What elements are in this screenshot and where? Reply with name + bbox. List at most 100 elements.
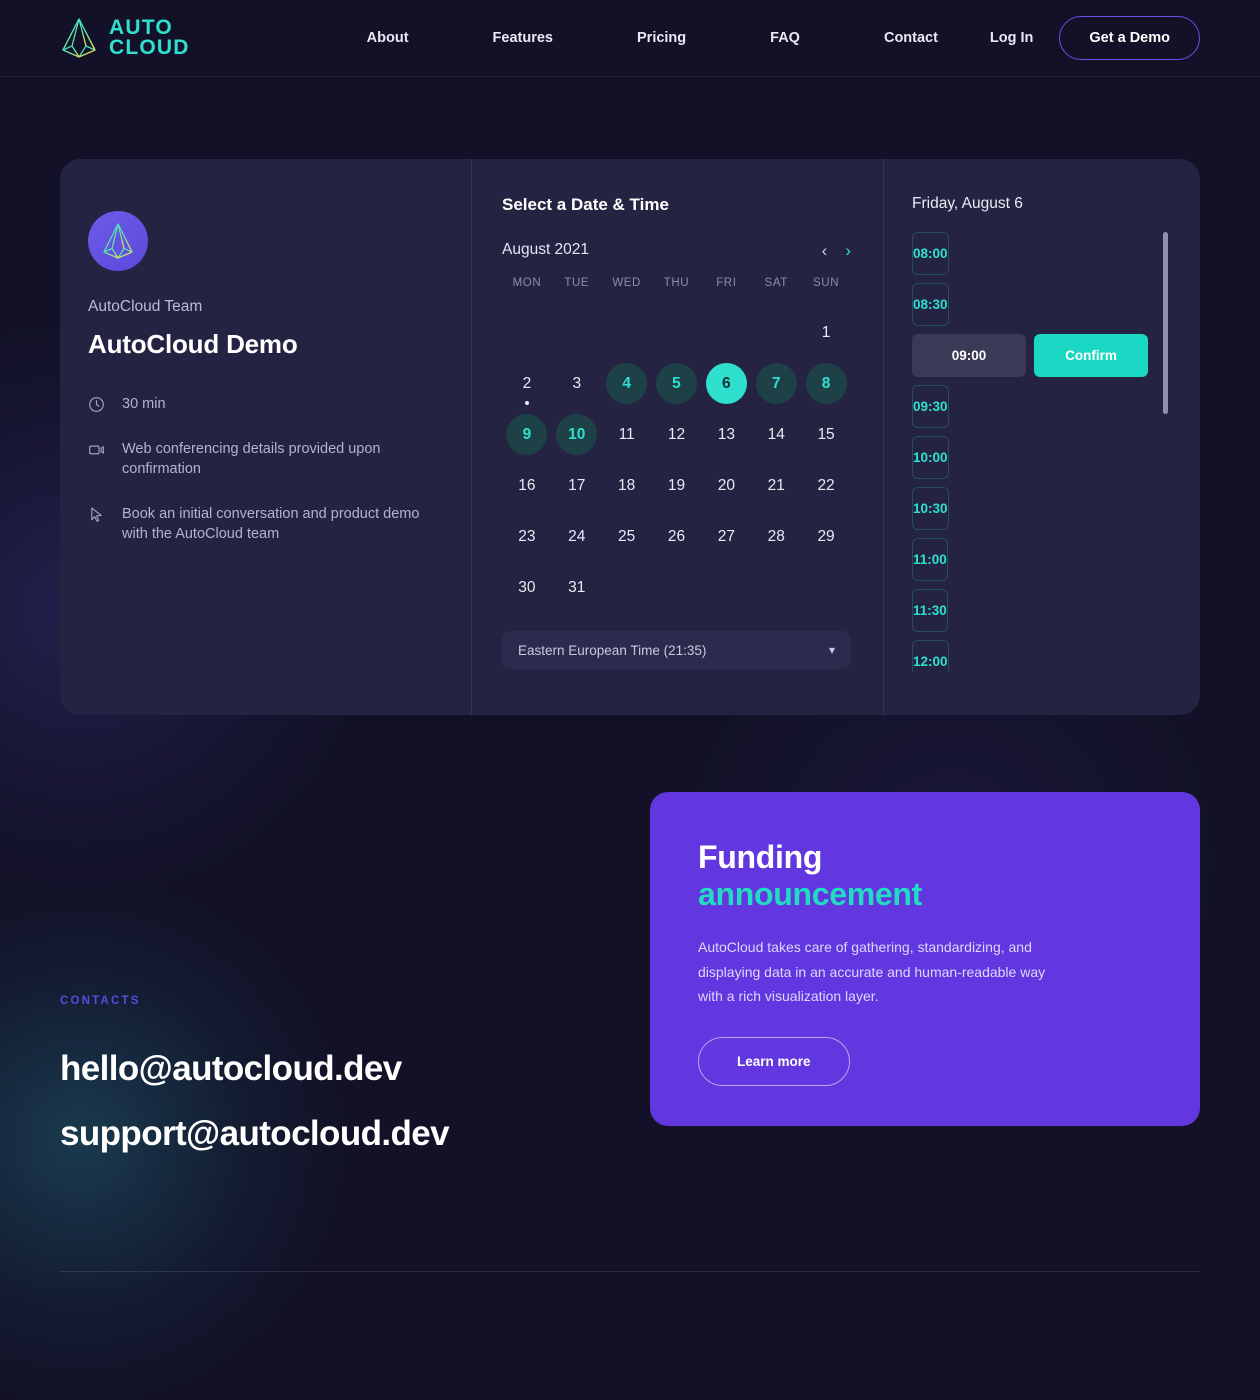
calendar-day-27: 27 <box>706 516 747 557</box>
slots-date-label: Friday, August 6 <box>912 195 1023 212</box>
contacts-section: CONTACTS hello@autocloud.dev support@aut… <box>60 995 450 1167</box>
slot-12:00[interactable]: 12:00 <box>912 640 949 672</box>
calendar-day-16: 16 <box>506 465 547 506</box>
calendar-day-cell: 13 <box>701 409 751 460</box>
funding-announcement-card: Funding announcement AutoCloud takes car… <box>650 792 1200 1126</box>
calendar-day-cell: 23 <box>502 511 552 562</box>
calendar-blank-cell <box>751 307 801 358</box>
calendar-day-28: 28 <box>756 516 797 557</box>
nav-item-contact[interactable]: Contact <box>842 30 980 46</box>
get-a-demo-button[interactable]: Get a Demo <box>1059 16 1200 60</box>
nav-item-faq[interactable]: FAQ <box>728 30 842 46</box>
calendar-day-10[interactable]: 10 <box>556 414 598 455</box>
calendar-dow-5: SAT <box>764 277 788 289</box>
nav-item-pricing[interactable]: Pricing <box>595 30 728 46</box>
slot-09:00-selected[interactable]: 09:00 <box>912 334 1026 377</box>
meta-duration-text: 30 min <box>122 396 166 412</box>
calendar-day-20: 20 <box>706 465 747 506</box>
calendar-day-cell: 22 <box>801 460 851 511</box>
calendar-day-1: 1 <box>806 312 847 353</box>
calendar-day-2: 2 <box>506 363 547 404</box>
calendar-day-cell: 11 <box>602 409 652 460</box>
calendar-day-cell: 6 <box>701 358 751 409</box>
meta-conferencing: Web conferencing details provided upon c… <box>88 439 431 480</box>
calendar-day-cell: 2 <box>502 358 552 409</box>
timezone-select[interactable]: Eastern European Time (21:35) ▾ <box>502 631 851 669</box>
calendar-day-14: 14 <box>756 414 797 455</box>
meta-description-text: Book an initial conversation and product… <box>122 505 420 543</box>
site-header: AUTO CLOUD About Features Pricing FAQ Co… <box>0 0 1260 77</box>
calendar-day-cell: 9 <box>502 409 552 460</box>
calendar-day-cell: 14 <box>751 409 801 460</box>
video-camera-icon <box>88 441 105 458</box>
calendar-day-8[interactable]: 8 <box>805 363 847 404</box>
event-title: AutoCloud Demo <box>88 329 298 359</box>
header-actions: Log In Get a Demo <box>990 16 1200 60</box>
calendar-day-cell: 4 <box>602 358 652 409</box>
meta-duration: 30 min <box>88 394 431 415</box>
calendar-day-cell: 28 <box>751 511 801 562</box>
calendar-blank-cell <box>552 307 602 358</box>
calendar-day-cell: 30 <box>502 562 552 613</box>
funding-title-line-1: Funding <box>698 839 823 875</box>
login-link[interactable]: Log In <box>990 30 1034 46</box>
calendar-day-cell: 25 <box>602 511 652 562</box>
calendar-day-12: 12 <box>656 414 697 455</box>
slot-09:30[interactable]: 09:30 <box>912 385 949 428</box>
logo[interactable]: AUTO CLOUD <box>60 17 190 59</box>
confirm-button[interactable]: Confirm <box>1034 334 1148 377</box>
slots-scrollbar[interactable] <box>1163 232 1168 672</box>
learn-more-button[interactable]: Learn more <box>698 1036 850 1086</box>
calendar-dow-0: MON <box>512 277 542 289</box>
calendar-day-11: 11 <box>606 414 647 455</box>
nav-item-features[interactable]: Features <box>451 30 595 46</box>
calendar-day-7[interactable]: 7 <box>755 363 797 404</box>
calendar-day-22: 22 <box>806 465 847 506</box>
funding-body-text: AutoCloud takes care of gathering, stand… <box>698 939 1046 1005</box>
calendar-day-26: 26 <box>656 516 697 557</box>
calendar-day-cell: 17 <box>552 460 602 511</box>
calendar-day-31: 31 <box>556 567 597 608</box>
slot-08:00[interactable]: 08:00 <box>912 232 949 275</box>
calendar-day-cell: 15 <box>801 409 851 460</box>
footer-divider <box>60 1271 1200 1272</box>
calendar-day-5[interactable]: 5 <box>655 363 697 404</box>
funding-title-line-2: announcement <box>698 876 922 913</box>
calendar-day-9[interactable]: 9 <box>506 414 548 455</box>
chevron-left-icon[interactable]: ‹ <box>822 242 828 259</box>
slot-10:30[interactable]: 10:30 <box>912 487 949 530</box>
nav-item-about[interactable]: About <box>325 30 451 46</box>
slot-08:30[interactable]: 08:30 <box>912 283 949 326</box>
calendar-month-label: August 2021 <box>502 241 590 258</box>
calendar-blank-cell <box>602 307 652 358</box>
slot-11:30[interactable]: 11:30 <box>912 589 948 632</box>
slots-list: 08:00 08:30 09:00 Confirm 09:30 10:00 10:30 11:… <box>912 232 1148 672</box>
contact-email-hello[interactable]: hello@autocloud.dev <box>60 1037 449 1102</box>
calendar-blank-cell <box>652 307 702 358</box>
calendar-header: August 2021 ‹ › <box>502 241 851 259</box>
calendar-day-18: 18 <box>606 465 647 506</box>
clock-icon <box>88 396 105 413</box>
calendar-day-21: 21 <box>756 465 797 506</box>
slot-11:00[interactable]: 11:00 <box>912 538 948 581</box>
calendar-day-4[interactable]: 4 <box>606 363 648 404</box>
calendar-nav: ‹ › <box>822 242 851 259</box>
calendar-day-17: 17 <box>556 465 597 506</box>
slot-10:00[interactable]: 10:00 <box>912 436 949 479</box>
meta-description: Book an initial conversation and product… <box>88 504 431 545</box>
calendar-day-6[interactable]: 6 <box>705 363 747 404</box>
calendar-day-cell: 19 <box>652 460 702 511</box>
calendar-day-cell: 8 <box>801 358 851 409</box>
primary-nav: About Features Pricing FAQ Contact <box>325 30 980 46</box>
calendar-day-19: 19 <box>656 465 697 506</box>
calendar-heading: Select a Date & Time <box>502 195 669 214</box>
calendar-day-15: 15 <box>806 414 847 455</box>
calendar-day-cell: 12 <box>652 409 702 460</box>
slots-scrollbar-thumb[interactable] <box>1163 232 1168 414</box>
calendar-day-cell: 18 <box>602 460 652 511</box>
calendar-day-cell: 3 <box>552 358 602 409</box>
chevron-right-icon[interactable]: › <box>845 242 851 259</box>
calendar-day-cell: 29 <box>801 511 851 562</box>
calendar-day-cell: 27 <box>701 511 751 562</box>
contact-email-support[interactable]: support@autocloud.dev <box>60 1102 450 1167</box>
